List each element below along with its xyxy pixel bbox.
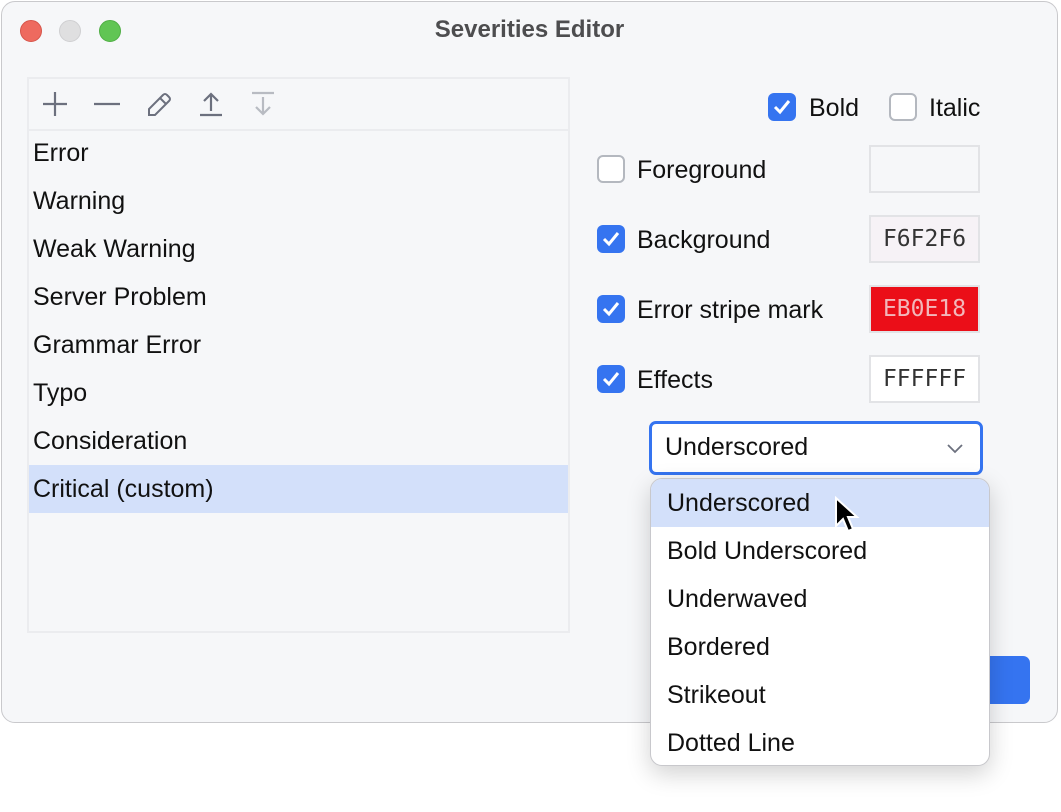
foreground-color-swatch[interactable]	[869, 145, 980, 193]
list-item[interactable]: Typo	[29, 369, 568, 417]
option-strikeout[interactable]: Strikeout	[651, 671, 989, 719]
italic-checkbox[interactable]	[889, 93, 917, 121]
option-underscored[interactable]: Underscored	[651, 479, 989, 527]
list-item[interactable]: Error	[29, 129, 568, 177]
error-stripe-color-swatch[interactable]: EB0E18	[869, 285, 980, 333]
move-down-button[interactable]	[247, 89, 279, 119]
list-item[interactable]: Warning	[29, 177, 568, 225]
effect-type-value: Underscored	[665, 433, 809, 461]
severities-list: Error Warning Weak Warning Server Proble…	[29, 129, 568, 513]
background-label: Background	[637, 226, 771, 254]
option-bordered[interactable]: Bordered	[651, 623, 989, 671]
checkmark-icon	[602, 232, 620, 247]
option-dotted-line[interactable]: Dotted Line	[651, 719, 989, 765]
list-item[interactable]: Grammar Error	[29, 321, 568, 369]
list-item[interactable]: Consideration	[29, 417, 568, 465]
list-item-selected[interactable]: Critical (custom)	[29, 465, 568, 513]
error-stripe-label: Error stripe mark	[637, 296, 824, 324]
foreground-label: Foreground	[637, 156, 767, 184]
add-button[interactable]	[39, 89, 71, 119]
effect-type-popup: Underscored Bold Underscored Underwaved …	[650, 478, 990, 766]
effects-checkbox[interactable]	[597, 365, 625, 393]
checkmark-icon	[602, 372, 620, 387]
minus-icon	[94, 102, 120, 106]
edit-button[interactable]	[143, 89, 175, 119]
bold-checkbox[interactable]	[768, 93, 796, 121]
move-down-icon	[252, 91, 274, 116]
chevron-down-icon	[947, 444, 963, 454]
bold-label: Bold	[809, 94, 860, 122]
option-underwaved[interactable]: Underwaved	[651, 575, 989, 623]
effect-type-dropdown[interactable]: Underscored	[649, 421, 983, 475]
plus-icon	[43, 92, 67, 116]
background-color-swatch[interactable]: F6F2F6	[869, 215, 980, 263]
foreground-checkbox[interactable]	[597, 155, 625, 183]
title-bar: Severities Editor	[2, 2, 1057, 58]
pencil-icon	[148, 93, 171, 116]
checkmark-icon	[602, 302, 620, 317]
checkmark-icon	[773, 100, 791, 115]
option-bold-underscored[interactable]: Bold Underscored	[651, 527, 989, 575]
list-item[interactable]: Weak Warning	[29, 225, 568, 273]
mouse-pointer-icon	[835, 496, 860, 533]
background-checkbox[interactable]	[597, 225, 625, 253]
move-up-button[interactable]	[195, 89, 227, 119]
window-title: Severities Editor	[434, 16, 625, 43]
effects-color-swatch[interactable]: FFFFFF	[869, 355, 980, 403]
effects-label: Effects	[637, 366, 713, 394]
list-toolbar	[29, 79, 568, 131]
move-up-icon	[200, 92, 222, 117]
italic-label: Italic	[929, 94, 981, 122]
remove-button[interactable]	[91, 89, 123, 119]
error-stripe-checkbox[interactable]	[597, 295, 625, 323]
severities-list-panel: Error Warning Weak Warning Server Proble…	[27, 77, 570, 633]
list-item[interactable]: Server Problem	[29, 273, 568, 321]
